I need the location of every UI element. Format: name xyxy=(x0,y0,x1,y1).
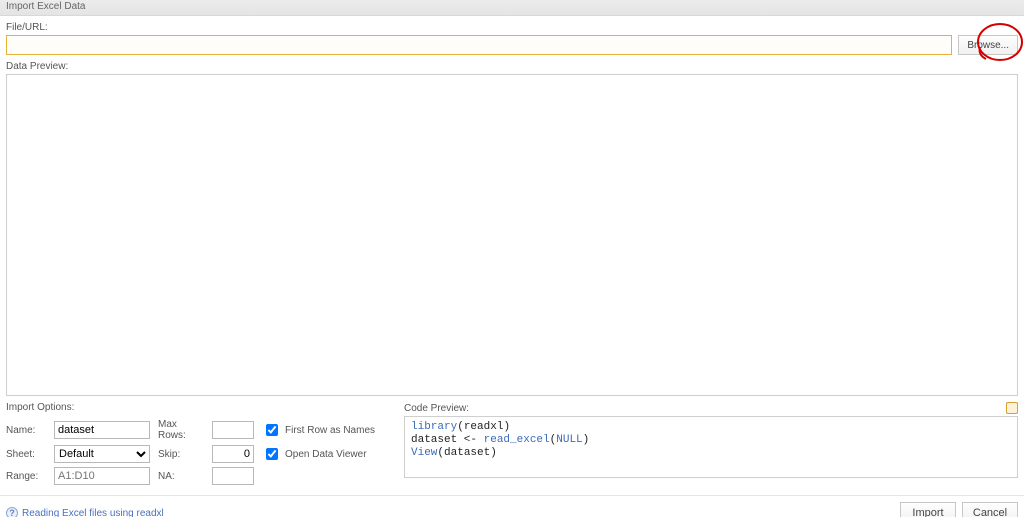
code-preview-label: Code Preview: xyxy=(404,403,469,414)
file-url-input[interactable] xyxy=(6,35,952,55)
maxrows-label: Max Rows: xyxy=(158,419,204,441)
cancel-button[interactable]: Cancel xyxy=(962,502,1018,517)
file-url-label: File/URL: xyxy=(6,22,1018,33)
maxrows-input[interactable] xyxy=(212,421,254,439)
help-icon: ? xyxy=(6,507,18,517)
browse-button[interactable]: Browse... xyxy=(958,35,1018,55)
skip-label: Skip: xyxy=(158,449,204,460)
name-label: Name: xyxy=(6,425,46,436)
sheet-label: Sheet: xyxy=(6,449,46,460)
first-row-checkbox[interactable]: First Row as Names xyxy=(262,421,392,439)
help-link-text: Reading Excel files using readxl xyxy=(22,508,164,517)
import-button[interactable]: Import xyxy=(900,502,956,517)
data-preview-area xyxy=(6,74,1018,396)
sheet-select[interactable]: Default xyxy=(54,445,150,463)
readxl-help-link[interactable]: ? Reading Excel files using readxl xyxy=(6,507,164,517)
na-label: NA: xyxy=(158,471,204,482)
data-preview-label: Data Preview: xyxy=(6,61,1018,72)
range-input[interactable] xyxy=(54,467,150,485)
copy-code-icon[interactable] xyxy=(1006,402,1018,414)
code-preview-area[interactable]: library(readxl) dataset <- read_excel(NU… xyxy=(404,416,1018,478)
first-row-checkbox-box[interactable] xyxy=(266,424,278,436)
window-title: Import Excel Data xyxy=(6,1,85,12)
open-viewer-checkbox[interactable]: Open Data Viewer xyxy=(262,445,392,463)
na-input[interactable] xyxy=(212,467,254,485)
open-viewer-checkbox-label: Open Data Viewer xyxy=(285,449,367,460)
window-titlebar: Import Excel Data xyxy=(0,0,1024,16)
import-options-label: Import Options: xyxy=(6,402,396,413)
first-row-checkbox-label: First Row as Names xyxy=(285,425,375,436)
open-viewer-checkbox-box[interactable] xyxy=(266,448,278,460)
skip-input[interactable] xyxy=(212,445,254,463)
range-label: Range: xyxy=(6,471,46,482)
name-input[interactable] xyxy=(54,421,150,439)
